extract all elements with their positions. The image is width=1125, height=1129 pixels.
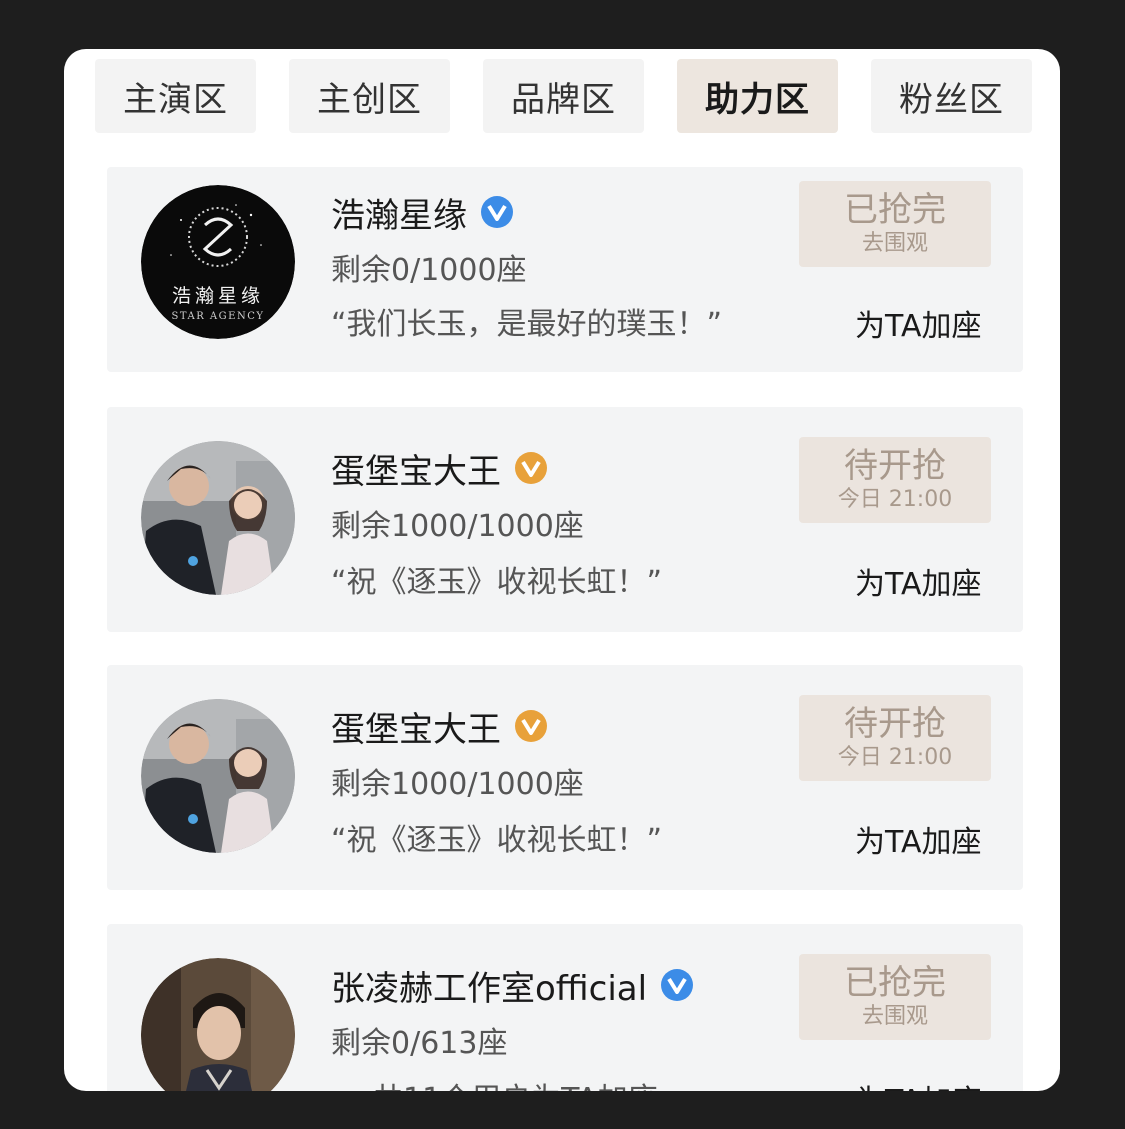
add-seat-link[interactable]: 为TA加座 bbox=[855, 301, 982, 345]
seat-card[interactable]: 蛋堡宝大王 剩余1000/1000座 “祝《逐玉》收视长虹！” 待开抢 今日 2… bbox=[107, 407, 1023, 632]
grab-status-button[interactable]: 待开抢 今日 21:00 bbox=[799, 437, 991, 523]
svg-text:STAR AGENCY: STAR AGENCY bbox=[172, 311, 265, 322]
status-sublabel: 今日 21:00 bbox=[837, 745, 953, 770]
seats-remaining: 剩余0/1000座 bbox=[331, 253, 527, 288]
tab-support[interactable]: 助力区 bbox=[677, 59, 838, 133]
seat-panel: 主演区 主创区 品牌区 助力区 粉丝区 浩瀚星缘 STAR AGENCY 浩瀚星… bbox=[64, 49, 1060, 1091]
seat-card[interactable]: 张凌赫工作室official 剩余0/613座 共11个用户为TA加座 已抢完 … bbox=[107, 924, 1023, 1091]
actor-photo-avatar bbox=[141, 958, 295, 1091]
svg-text:浩瀚星缘: 浩瀚星缘 bbox=[172, 285, 264, 307]
account-name[interactable]: 蛋堡宝大王 bbox=[331, 444, 501, 493]
seats-remaining: 剩余1000/1000座 bbox=[331, 509, 584, 544]
grab-status-button[interactable]: 已抢完 去围观 bbox=[799, 954, 991, 1040]
seat-card[interactable]: 浩瀚星缘 STAR AGENCY 浩瀚星缘 剩余0/1000座 “我们长玉，是最… bbox=[107, 167, 1023, 372]
seats-remaining: 剩余0/613座 bbox=[331, 1026, 508, 1061]
name-row: 蛋堡宝大王 bbox=[331, 444, 547, 493]
support-message: “我们长玉，是最好的璞玉！” bbox=[331, 307, 723, 342]
status-label: 已抢完 bbox=[844, 963, 946, 1003]
grab-status-button[interactable]: 已抢完 去围观 bbox=[799, 181, 991, 267]
name-row: 蛋堡宝大王 bbox=[331, 702, 547, 751]
avatar bbox=[141, 441, 295, 595]
support-message: “祝《逐玉》收视长虹！” bbox=[331, 565, 663, 600]
support-message: “祝《逐玉》收视长虹！” bbox=[331, 823, 663, 858]
grab-status-button[interactable]: 待开抢 今日 21:00 bbox=[799, 695, 991, 781]
name-row: 浩瀚星缘 bbox=[331, 188, 513, 237]
tab-lead-actors[interactable]: 主演区 bbox=[95, 59, 256, 133]
add-seat-link[interactable]: 为TA加座 bbox=[855, 1076, 982, 1091]
avatar bbox=[141, 958, 295, 1091]
gold-verified-icon bbox=[515, 710, 547, 742]
avatar bbox=[141, 699, 295, 853]
tab-brands[interactable]: 品牌区 bbox=[483, 59, 644, 133]
status-sublabel: 今日 21:00 bbox=[837, 487, 953, 512]
zone-tabs: 主演区 主创区 品牌区 助力区 粉丝区 bbox=[64, 49, 1060, 139]
add-seat-link[interactable]: 为TA加座 bbox=[855, 559, 982, 603]
couple-photo-avatar bbox=[141, 699, 295, 853]
tab-creators[interactable]: 主创区 bbox=[289, 59, 450, 133]
support-message: 共11个用户为TA加座 bbox=[373, 1074, 658, 1091]
blue-verified-icon bbox=[481, 196, 513, 228]
account-name[interactable]: 浩瀚星缘 bbox=[331, 188, 467, 237]
account-name[interactable]: 蛋堡宝大王 bbox=[331, 702, 501, 751]
tab-fans[interactable]: 粉丝区 bbox=[871, 59, 1032, 133]
status-label: 待开抢 bbox=[844, 446, 946, 486]
account-name[interactable]: 张凌赫工作室official bbox=[331, 961, 647, 1010]
seats-remaining: 剩余1000/1000座 bbox=[331, 767, 584, 802]
seat-card[interactable]: 蛋堡宝大王 剩余1000/1000座 “祝《逐玉》收视长虹！” 待开抢 今日 2… bbox=[107, 665, 1023, 890]
status-label: 待开抢 bbox=[844, 704, 946, 744]
status-label: 已抢完 bbox=[844, 190, 946, 230]
add-seat-link[interactable]: 为TA加座 bbox=[855, 817, 982, 861]
gold-verified-icon bbox=[515, 452, 547, 484]
status-sublabel: 去围观 bbox=[861, 231, 928, 256]
name-row: 张凌赫工作室official bbox=[331, 961, 694, 1010]
star-agency-logo-icon: 浩瀚星缘 STAR AGENCY bbox=[141, 185, 295, 339]
couple-photo-avatar bbox=[141, 441, 295, 595]
blue-verified-icon bbox=[661, 969, 694, 1001]
avatar: 浩瀚星缘 STAR AGENCY bbox=[141, 185, 295, 339]
status-sublabel: 去围观 bbox=[861, 1004, 928, 1029]
